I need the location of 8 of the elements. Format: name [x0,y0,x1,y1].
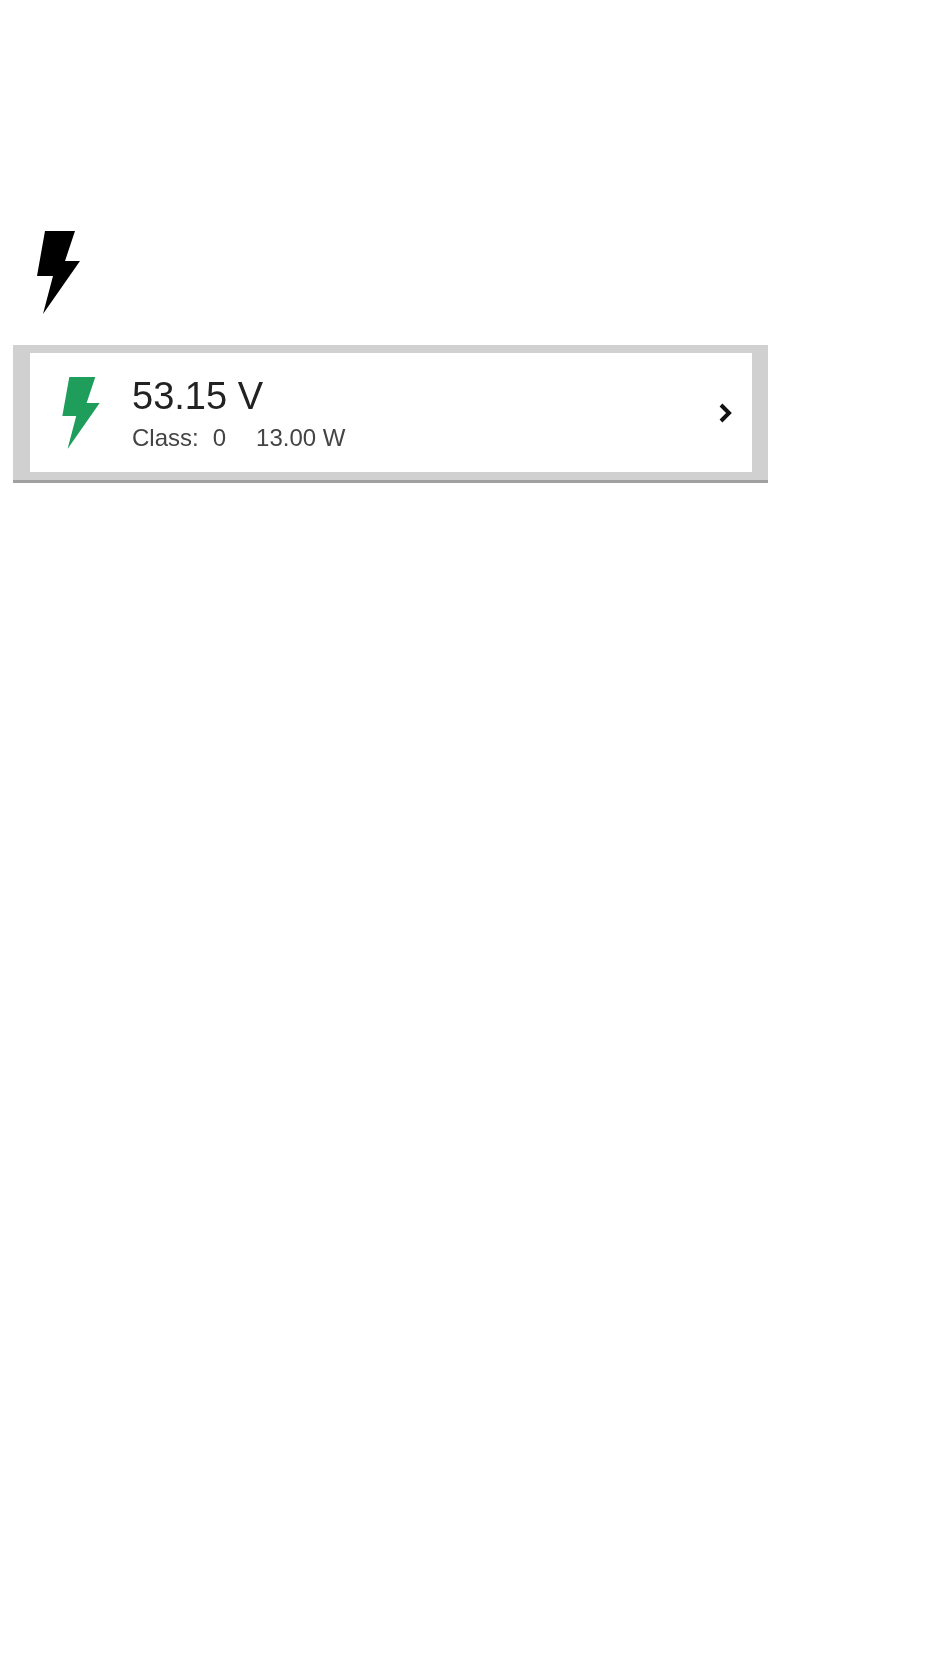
class-label: Class: [132,423,199,452]
lightning-bolt-icon [37,231,80,314]
lightning-bolt-icon [62,376,100,449]
chevron-right-icon [718,401,732,424]
class-value: 0 [212,423,227,452]
voltage-reading: 53.15 V [132,373,264,418]
poe-card[interactable]: 53.15 V Class: 0 13.00 W [30,353,752,472]
power-reading: 13.00 W [256,423,346,452]
